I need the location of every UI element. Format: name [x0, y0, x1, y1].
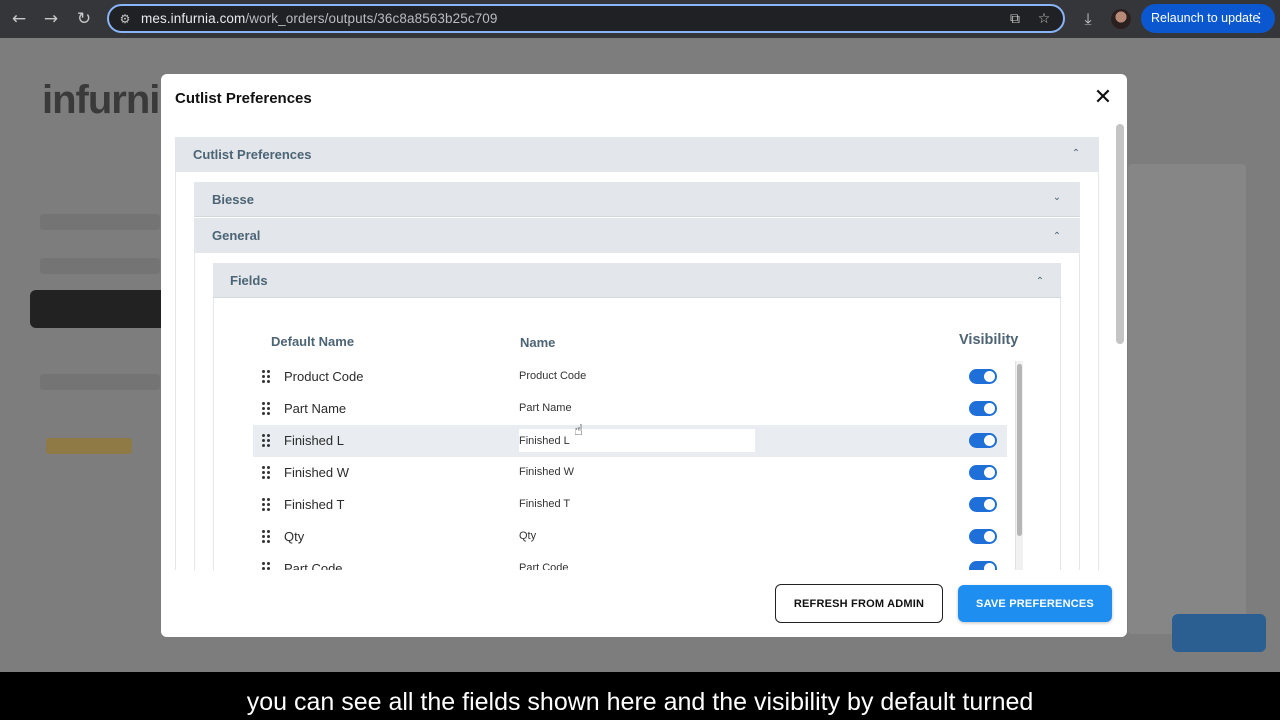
status-badge	[46, 438, 132, 454]
save-preferences-button[interactable]: SAVE PREFERENCES	[958, 585, 1112, 622]
column-header-name: Name	[520, 335, 556, 350]
sidebar-item-active	[30, 290, 170, 328]
modal-footer: REFRESH FROM ADMIN SAVE PREFERENCES	[161, 570, 1127, 637]
url-path: /work_orders/outputs/36c8a8563b25c709	[245, 11, 498, 26]
visibility-toggle[interactable]	[969, 433, 997, 448]
field-name[interactable]: Part Code	[519, 562, 569, 570]
field-name[interactable]: Qty	[519, 530, 536, 542]
field-default-name: Finished T	[284, 497, 345, 512]
column-header-visibility: Visibility	[959, 332, 1019, 348]
background-action-button	[1172, 614, 1266, 652]
field-name[interactable]: Finished W	[519, 466, 574, 478]
accordion-biesse[interactable]: Biesse ⌄	[194, 182, 1080, 217]
profile-avatar[interactable]	[1111, 9, 1131, 29]
visibility-toggle[interactable]	[969, 561, 997, 570]
accordion-cutlist-preferences[interactable]: Cutlist Preferences ⌃	[175, 137, 1099, 172]
sidebar-item	[40, 258, 160, 274]
accordion-fields[interactable]: Fields ⌃	[213, 263, 1061, 298]
field-name-input[interactable]	[519, 429, 755, 452]
install-icon[interactable]: ⧉	[1006, 10, 1024, 28]
address-bar[interactable]: ⚙ mes.infurnia.com/work_orders/outputs/3…	[107, 4, 1065, 33]
browser-toolbar: ← → ↻ ⚙ mes.infurnia.com/work_orders/out…	[0, 0, 1280, 38]
fields-scrollbar-thumb[interactable]	[1017, 364, 1022, 536]
sidebar-item	[40, 214, 160, 230]
field-row: Product Code Product Code	[253, 361, 1007, 393]
download-icon[interactable]: ⤓	[1078, 9, 1098, 29]
refresh-from-admin-button[interactable]: REFRESH FROM ADMIN	[775, 584, 943, 623]
accordion-label: General	[212, 228, 261, 243]
accordion-general[interactable]: General ⌃	[194, 218, 1080, 253]
more-icon[interactable]: ⋮	[1253, 4, 1266, 33]
accordion-label: Cutlist Preferences	[193, 147, 312, 162]
relaunch-label: Relaunch to update	[1151, 11, 1260, 25]
drag-handle-icon[interactable]	[262, 402, 272, 416]
drag-handle-icon[interactable]	[262, 434, 272, 448]
drag-handle-icon[interactable]	[262, 530, 272, 544]
modal-scrollbar[interactable]	[1116, 124, 1124, 344]
field-row: Finished W Finished W	[253, 457, 1007, 489]
bookmark-star-icon[interactable]: ☆	[1035, 10, 1053, 28]
field-row: Qty Qty	[253, 521, 1007, 553]
field-row: Finished T Finished T	[253, 489, 1007, 521]
visibility-toggle[interactable]	[969, 401, 997, 416]
cutlist-preferences-modal: Cutlist Preferences ✕ Cutlist Preference…	[161, 74, 1127, 637]
hand-cursor-icon: ☝	[574, 421, 584, 439]
field-default-name: Product Code	[284, 369, 364, 384]
field-name[interactable]: Product Code	[519, 370, 586, 382]
back-icon[interactable]: ←	[9, 9, 29, 29]
drag-handle-icon[interactable]	[262, 498, 272, 512]
field-row: Part Code Part Code	[253, 553, 1007, 570]
visibility-toggle[interactable]	[969, 465, 997, 480]
chevron-up-icon: ⌃	[1052, 231, 1062, 242]
url-host: mes.infurnia.com	[141, 11, 246, 26]
visibility-toggle[interactable]	[969, 529, 997, 544]
app-logo: infurni	[42, 78, 160, 122]
chevron-down-icon: ⌄	[1052, 192, 1062, 203]
url-text: mes.infurnia.com/work_orders/outputs/36c…	[141, 11, 498, 26]
field-default-name: Part Code	[284, 561, 343, 570]
chevron-up-icon: ⌃	[1071, 148, 1081, 159]
field-default-name: Finished W	[284, 465, 350, 480]
drag-handle-icon[interactable]	[262, 562, 272, 570]
field-default-name: Qty	[284, 529, 305, 544]
drag-handle-icon[interactable]	[262, 370, 272, 384]
modal-title: Cutlist Preferences	[175, 90, 312, 107]
visibility-toggle[interactable]	[969, 497, 997, 512]
right-panel	[1128, 164, 1246, 634]
fields-list: Product Code Product Code Part Name Part…	[253, 361, 1023, 570]
chevron-up-icon: ⌃	[1035, 276, 1045, 287]
site-info-icon[interactable]: ⚙	[117, 11, 133, 27]
drag-handle-icon[interactable]	[262, 466, 272, 480]
accordion-label: Biesse	[212, 192, 254, 207]
subtitle-text: you can see all the fields shown here an…	[246, 688, 1034, 716]
field-row: Part Name Part Name	[253, 393, 1007, 425]
sidebar-item	[40, 374, 160, 390]
reload-icon[interactable]: ↻	[74, 9, 94, 29]
field-default-name: Finished L	[284, 433, 344, 448]
visibility-toggle[interactable]	[969, 369, 997, 384]
subtitle-bar: you can see all the fields shown here an…	[0, 672, 1280, 720]
close-icon[interactable]: ✕	[1091, 86, 1115, 110]
forward-icon[interactable]: →	[41, 9, 61, 29]
field-name[interactable]: Finished T	[519, 498, 570, 510]
field-name[interactable]: Part Name	[519, 402, 572, 414]
accordion-label: Fields	[230, 273, 268, 288]
field-default-name: Part Name	[284, 401, 347, 416]
field-row-active: Finished L	[253, 425, 1007, 457]
relaunch-button[interactable]: Relaunch to update ⋮	[1141, 4, 1275, 33]
column-header-default-name: Default Name	[271, 334, 355, 349]
